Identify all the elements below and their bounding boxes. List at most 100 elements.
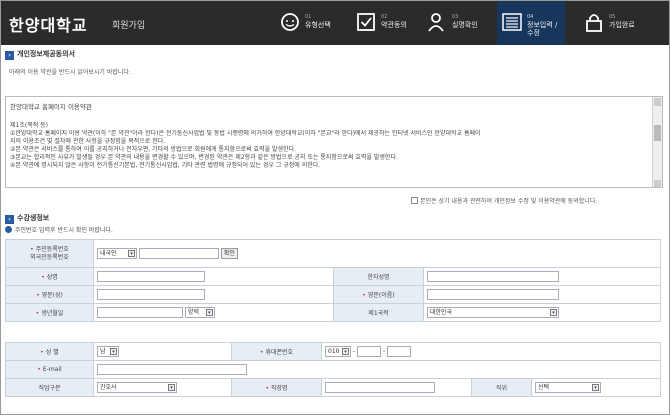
rrn-label: • 주민등록번호 외국인등록번호 (5, 239, 94, 268)
chevron-down-icon: ▾ (550, 309, 557, 316)
page-subtitle: 회원가입 (112, 21, 146, 31)
dash: - (352, 348, 356, 355)
birth-cell: 양력 ▾ (93, 303, 334, 322)
terms-scrollbar[interactable] (652, 97, 662, 187)
scroll-up-icon[interactable] (654, 98, 661, 106)
check-box-icon (357, 13, 375, 31)
nationality-select[interactable]: 내국인 ▾ (97, 248, 137, 259)
hanja-input[interactable] (427, 271, 559, 282)
step-type-select[interactable]: 01 유형선택 (275, 1, 337, 45)
chevron-down-icon: ▾ (110, 348, 117, 355)
terms-line: ②본 약관은 서비스를 통하여 이를 공지하거나 전자우편, 기타의 방법으로 … (10, 146, 297, 153)
chevron-down-icon: ▾ (342, 348, 349, 355)
workplace-label: • 직장명 (231, 378, 322, 397)
chevron-down-icon: ▾ (592, 384, 599, 391)
member-note-text: 주민번호 입력후 반드시 확인 바랍니다. (15, 227, 113, 234)
job-select[interactable]: 간호사 ▾ (97, 382, 177, 393)
chevron-down-icon: ▾ (205, 309, 213, 316)
email-label: • E-mail (5, 360, 94, 379)
chevron-down-icon: ▾ (168, 384, 175, 391)
position-cell: 선택 ▾ (531, 378, 661, 397)
calendar-select[interactable]: 양력 ▾ (184, 307, 215, 318)
terms-line: ④본 약관에 명시되지 않은 사항이 전기통신기본법, 전기통신사업법, 기타 … (10, 162, 321, 169)
hanja-label: 한자성명 (333, 267, 424, 286)
confirm-button[interactable]: 확인 (220, 248, 238, 259)
email-cell (93, 360, 661, 379)
mobile-prefix-select[interactable]: 010 ▾ (325, 346, 351, 357)
privacy-note: 아래의 이용 약관을 반드시 읽어보시기 바랍니다. (9, 69, 131, 76)
agree-label: 본인은 상기 내용과 관련하여 개인정보 수정 및 이용약관에 동의합니다. (420, 198, 598, 205)
scroll-thumb[interactable] (654, 125, 661, 141)
eng-first-cell (423, 285, 661, 304)
position-select[interactable]: 선택 ▾ (535, 382, 601, 393)
page: 한양대학교 회원가입 01 유형선택 02 약관동의 03 실명확인 04 정보… (0, 0, 670, 415)
chevron-down-icon: ▾ (128, 250, 135, 257)
person-icon (428, 13, 444, 32)
section-arrow-icon: › (5, 51, 14, 60)
country-select[interactable]: 대한민국 ▾ (427, 307, 559, 318)
step-number: 04 (527, 14, 534, 20)
privacy-section-title: › 개인정보제공동의서 (5, 49, 75, 60)
nationality-label: 제1국적 (333, 303, 424, 322)
position-label: 직위 (471, 378, 532, 397)
name-cell (93, 267, 334, 286)
terms-line: ③본교는 합리적인 사유가 발생될 경우 본 약관의 내용을 변경할 수 있으며… (10, 154, 398, 161)
info-icon (5, 226, 12, 233)
terms-line: 제1조(목적 등) (10, 122, 49, 129)
section-title-text: 개인정보제공동의서 (17, 50, 75, 58)
gender-label: • 성 별 (5, 342, 94, 361)
job-label: 직업구분 (5, 378, 94, 397)
terms-line: 지의 이용조건 및 절차에 관한 사항을 규정함을 목적으로 한다. (10, 138, 166, 145)
step-number: 03 (452, 14, 459, 20)
birth-label: • 생년월일 (5, 303, 94, 322)
mobile-mid-input[interactable] (357, 346, 382, 357)
face-icon (281, 13, 299, 31)
step-number: 01 (305, 14, 312, 20)
university-logo: 한양대학교 (9, 16, 88, 35)
step-complete[interactable]: 05 가입완료 (579, 1, 641, 45)
gender-select[interactable]: 남 ▾ (97, 346, 119, 357)
hanja-cell (423, 267, 661, 286)
member-form-bottom: • 성 별 남 ▾ • 휴대폰번호 010 ▾ - - • E-mail 직업구분 간호사… (5, 342, 661, 397)
mobile-last-input[interactable] (387, 346, 412, 357)
eng-last-label: • 영문(성) (5, 285, 94, 304)
section-title-text: 수강생정보 (17, 214, 50, 222)
gender-cell: 남 ▾ (93, 342, 232, 361)
terms-title: 한양대학교 홈페이지 이용약관 (10, 103, 92, 111)
list-icon (502, 13, 522, 31)
terms-line: ①한양대학교 홈페이지 이용 약관(이하 "본 약관"이라 한다)은 전기통신사… (10, 130, 481, 137)
rrn-input[interactable] (138, 248, 219, 259)
name-input[interactable] (97, 271, 205, 282)
member-form-top: • 주민등록번호 외국인등록번호 내국인 ▾ 확인 • 성명 한자성명 • 영문(성) •… (5, 239, 661, 322)
eng-first-input[interactable] (427, 289, 559, 300)
step-label: 가입완료 (609, 21, 635, 29)
step-info-input[interactable]: 04 정보입력 / 수정 (497, 1, 565, 45)
step-label: 약관동의 (381, 21, 407, 29)
step-label: 정보입력 / 수정 (527, 21, 558, 37)
step-terms[interactable]: 02 약관동의 (351, 1, 413, 45)
lock-icon (586, 14, 602, 32)
eng-last-input[interactable] (97, 289, 205, 300)
mobile-cell: 010 ▾ - - (321, 342, 661, 361)
birth-input[interactable] (97, 307, 183, 318)
job-cell: 간호사 ▾ (93, 378, 232, 397)
rrn-cell: 내국인 ▾ 확인 (93, 239, 661, 268)
agree-checkbox[interactable] (411, 197, 418, 204)
eng-first-label: • 영문(이름) (333, 285, 424, 304)
section-arrow-icon: › (5, 215, 14, 224)
terms-content: 한양대학교 홈페이지 이용약관 제1조(목적 등) ①한양대학교 홈페이지 이용… (10, 101, 650, 170)
scroll-down-icon[interactable] (654, 180, 661, 187)
step-number: 02 (381, 14, 388, 20)
workplace-input[interactable] (325, 382, 435, 393)
workplace-cell (321, 378, 472, 397)
country-cell: 대한민국 ▾ (423, 303, 661, 322)
email-input[interactable] (97, 364, 247, 375)
step-number: 05 (609, 14, 616, 20)
agree-row[interactable]: 본인은 상기 내용과 관련하여 개인정보 수정 및 이용약관에 동의합니다. (411, 196, 597, 205)
step-identity[interactable]: 03 실명확인 (422, 1, 484, 45)
dash: - (382, 348, 386, 355)
mobile-label: • 휴대폰번호 (231, 342, 322, 361)
step-label: 실명확인 (452, 21, 478, 29)
terms-box[interactable]: 한양대학교 홈페이지 이용약관 제1조(목적 등) ①한양대학교 홈페이지 이용… (5, 96, 663, 188)
member-note: 주민번호 입력후 반드시 확인 바랍니다. (5, 225, 113, 234)
